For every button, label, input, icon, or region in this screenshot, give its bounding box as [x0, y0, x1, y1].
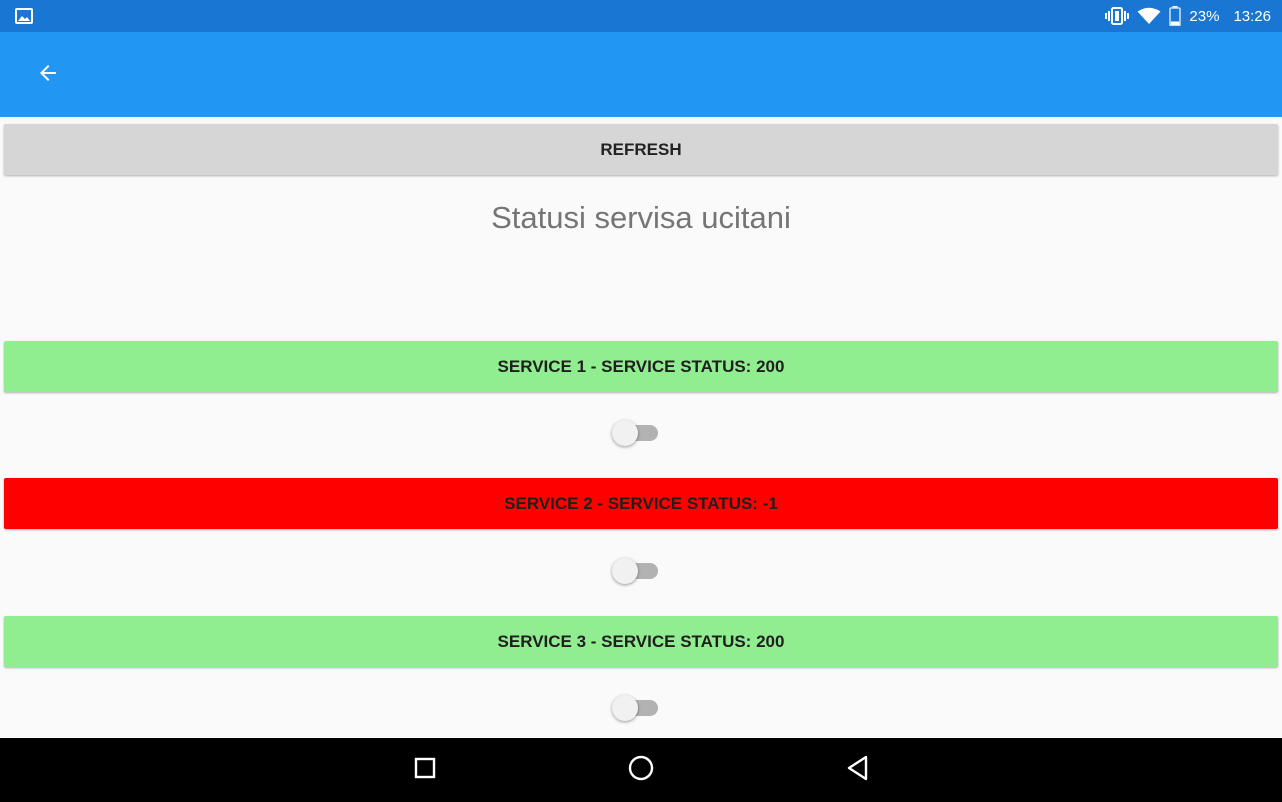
recents-button[interactable] [405, 752, 445, 788]
back-button[interactable] [24, 52, 72, 98]
service-1-button[interactable]: SERVICE 1 - SERVICE STATUS: 200 [4, 341, 1278, 392]
service-3-button[interactable]: SERVICE 3 - SERVICE STATUS: 200 [4, 616, 1278, 667]
service-3-toggle[interactable] [612, 695, 660, 721]
service-2-button[interactable]: SERVICE 2 - SERVICE STATUS: -1 [4, 478, 1278, 529]
home-circle-icon [627, 754, 655, 787]
back-triangle-icon [846, 755, 870, 786]
recents-square-icon [413, 756, 437, 785]
clock: 13:26 [1233, 7, 1271, 25]
toggle-thumb [612, 695, 638, 721]
navigation-bar [0, 738, 1282, 802]
gallery-icon [15, 8, 33, 29]
arrow-left-icon [36, 61, 60, 90]
toggle-thumb [612, 558, 638, 584]
refresh-button[interactable]: REFRESH [4, 124, 1278, 175]
service-2-toggle[interactable] [612, 558, 660, 584]
service-1-toggle[interactable] [612, 420, 660, 446]
page-title: Statusi servisa ucitani [491, 200, 791, 235]
status-bar: 23% 13:26 [0, 0, 1282, 32]
wifi-icon [1137, 7, 1161, 25]
status-icons: 23% 13:26 [1105, 0, 1271, 32]
back-nav-button[interactable] [838, 752, 878, 788]
battery-icon [1169, 6, 1182, 26]
home-button[interactable] [621, 752, 661, 788]
toggle-thumb [612, 420, 638, 446]
vibrate-icon [1105, 7, 1130, 25]
battery-percent: 23% [1189, 7, 1220, 25]
app-bar [0, 32, 1282, 117]
